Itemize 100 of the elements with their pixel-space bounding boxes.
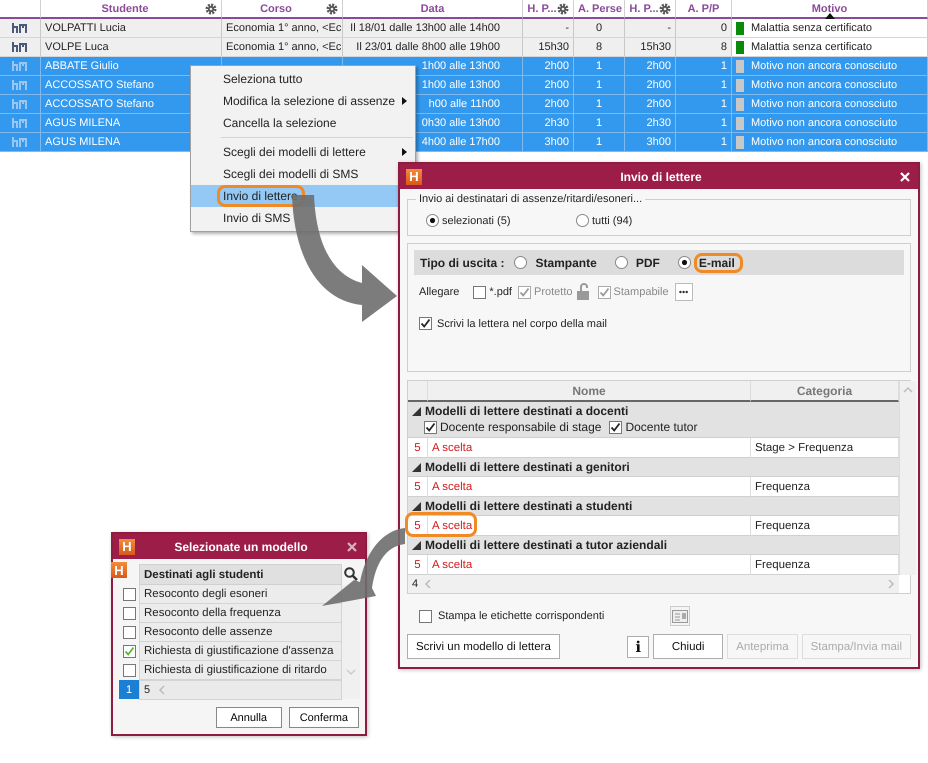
group-header[interactable]: Modelli di lettere destinati a genitori [408,458,899,477]
table-cell[interactable] [0,19,41,38]
settings-icon[interactable] [557,2,569,14]
table-cell: 8 [574,38,625,57]
table-cell: 2h00 [523,76,574,95]
group-header[interactable]: Modelli di lettere destinati a studenti [408,497,899,516]
settings-icon[interactable] [659,2,671,14]
table-cell: 0 [676,19,732,38]
radio-button[interactable] [614,256,628,269]
list-item[interactable]: Resoconto degli esoneri [139,585,342,604]
column-header[interactable]: Categoria [751,381,899,402]
radio-label: PDF [634,254,661,272]
table-cell: Economia 1° anno, <Ec [222,38,343,57]
table-cell: 2h00 [523,95,574,114]
list-item[interactable]: Richiesta di giustificazione di ritardo [139,661,342,680]
table-cell: 2h30 [523,114,574,133]
checkbox[interactable] [419,610,432,622]
column-header[interactable]: Studente [45,2,205,14]
info-button[interactable]: i [627,636,650,658]
expand-triangle-icon[interactable] [412,462,421,472]
checkbox[interactable] [122,607,136,620]
checkbox-label: Docente responsabile di stage [440,420,602,434]
dialog-button[interactable]: Scrivi un modello di lettera [407,634,560,659]
checkbox-label: Stampa le etichette corrispondenti [438,610,604,622]
search-icon[interactable] [344,566,358,580]
table-cell: Il 18/01 dalle 13h00 alle 14h00 [343,19,523,38]
more-button[interactable]: ••• [674,283,693,301]
table-cell[interactable] [0,57,41,76]
header-corner [408,381,428,402]
checkbox-label: Stampabile [614,286,669,298]
group-header[interactable]: Modelli di lettere destinati a tutor aziendali [408,536,899,555]
dialog-button[interactable]: Conferma [288,707,359,728]
group-header[interactable]: Modelli di lettere destinati a docenti Docente responsabile di stage Docente tutor [408,402,899,438]
attach-label: Allegare [419,286,460,298]
table-cell[interactable] [0,114,41,133]
column-header[interactable]: Data [347,2,518,14]
label-print-button[interactable] [670,606,690,626]
table-cell[interactable] [0,133,41,152]
expand-triangle-icon[interactable] [412,406,421,416]
radio-label: E-mail [694,252,743,272]
table-cell: VOLPATTI Lucia [41,19,222,38]
settings-icon[interactable] [205,2,217,14]
checkbox-label: Scrivi la lettera nel corpo della mail [437,318,607,330]
checkbox[interactable] [424,420,437,434]
column-header[interactable]: A. Perse [578,2,622,14]
table-cell: 8 [676,38,732,57]
column-header[interactable]: Nome [428,381,751,402]
desk-icon [12,137,28,147]
radio-button[interactable] [678,256,691,269]
table-cell-text: Motivo non ancora conosciuto [751,116,898,131]
column-header[interactable]: A. P/P [680,2,727,14]
label-card-icon [672,610,688,622]
table-cell: 1 [676,95,732,114]
column-header[interactable]: Corso [226,2,326,14]
column-header[interactable]: H. P... [527,2,557,14]
checkbox[interactable] [122,588,136,601]
table-cell: - [625,19,676,38]
page-index[interactable]: 1 [119,680,139,699]
radio-button[interactable] [576,214,589,227]
table-cell: 1 [574,114,625,133]
list-item[interactable]: Resoconto della frequenza [139,604,342,623]
table-cell: 2h00 [625,57,676,76]
group-legend: Invio ai destinatari di assenze/ritardi/esoneri... [416,193,646,205]
table-cell: 2h30 [625,114,676,133]
checkbox[interactable] [419,317,432,330]
table-cell: 3h00 [625,133,676,152]
table-cell: 15h30 [625,38,676,57]
table-cell[interactable] [0,76,41,95]
submenu-arrow-icon [402,148,407,156]
checkbox[interactable] [122,645,136,658]
dialog-button[interactable]: Chiudi [653,634,724,659]
checkbox-label: *.pdf [489,286,512,298]
column-header[interactable]: Motivo [736,2,923,14]
dialog-button[interactable]: Annulla [216,707,282,728]
table-cell[interactable] [0,38,41,57]
checkbox[interactable] [122,626,136,639]
settings-icon[interactable] [326,2,338,14]
table-cell: 1 [676,133,732,152]
desk-icon [12,61,28,71]
table-cell[interactable] [0,95,41,114]
expand-triangle-icon[interactable] [412,502,421,510]
scrollbar[interactable] [899,381,916,575]
row-count: 4 [412,578,418,590]
expand-triangle-icon[interactable] [412,540,421,550]
list-item[interactable]: Resoconto delle assenze [139,623,342,642]
radio-button[interactable] [514,256,528,269]
checkbox-label: Docente tutor [625,420,698,434]
checkbox[interactable] [122,664,136,677]
column-header[interactable]: H. P... [629,2,659,14]
table-cell: Il 23/01 dalle 8h00 alle 19h00 [343,38,523,57]
output-type-label: Tipo di uscita : [420,256,504,270]
window-title: Invio di lettere [619,170,703,184]
desk-icon [12,23,28,33]
list-item[interactable]: Richiesta di giustificazione d'assenza [139,642,342,661]
checkbox[interactable] [473,286,486,298]
checkbox[interactable] [609,420,622,434]
close-icon[interactable] [347,542,357,552]
app-logo: H [111,562,127,578]
radio-button[interactable] [426,214,439,227]
table-cell: 3h00 [523,133,574,152]
